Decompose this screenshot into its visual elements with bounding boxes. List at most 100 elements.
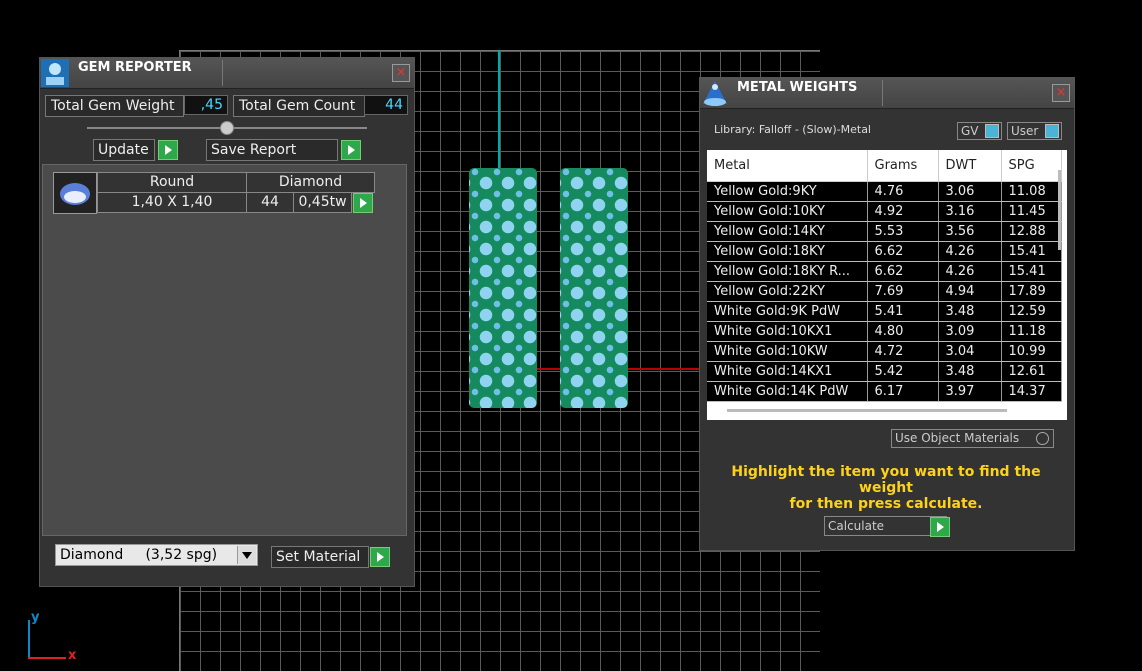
table-row[interactable]: White Gold:9K PdW 5.41 3.48 12.59: [707, 301, 1062, 322]
set-material-play-icon[interactable]: [370, 547, 390, 567]
table-cell: 11.18: [1001, 321, 1062, 342]
column-header-grams[interactable]: Grams: [867, 150, 939, 182]
save-report-button[interactable]: Save Report: [206, 139, 338, 161]
table-cell: 3.09: [938, 321, 1002, 342]
table-row[interactable]: Yellow Gold:10KY 4.92 3.16 11.45: [707, 201, 1062, 222]
table-cell: 7.69: [867, 281, 939, 302]
table-cell: 4.92: [867, 201, 939, 222]
save-report-play-icon[interactable]: [341, 140, 361, 160]
column-header-spg[interactable]: SPG: [1001, 150, 1062, 182]
metal-weights-titlebar[interactable]: METAL WEIGHTS ×: [700, 78, 1074, 109]
column-header-dwt[interactable]: DWT: [938, 150, 1002, 182]
gem-row-thumbnail[interactable]: [53, 172, 97, 214]
set-material-button-label: Set Material: [276, 549, 361, 565]
update-button[interactable]: Update: [93, 139, 155, 161]
table-row[interactable]: Yellow Gold:18KY R... 6.62 4.26 15.41: [707, 261, 1062, 282]
gem-reporter-titlebar[interactable]: GEM REPORTER ×: [40, 58, 414, 89]
round-gem-icon: [60, 183, 90, 205]
table-cell: 5.53: [867, 221, 939, 242]
column-header-metal[interactable]: Metal: [707, 150, 868, 182]
table-cell: 12.61: [1001, 361, 1062, 382]
gv-toggle-switch-icon[interactable]: [985, 124, 999, 138]
vertical-scrollbar[interactable]: [1058, 170, 1061, 250]
table-row[interactable]: Yellow Gold:14KY 5.53 3.56 12.88: [707, 221, 1062, 242]
calculate-button-label: Calculate: [828, 519, 885, 533]
table-cell: 11.45: [1001, 201, 1062, 222]
table-cell: Yellow Gold:22KY: [707, 281, 868, 302]
gem-reporter-close-icon[interactable]: ×: [392, 64, 410, 82]
hint-line-1: Highlight the item you want to find the …: [731, 464, 1041, 496]
chevron-down-icon[interactable]: [237, 546, 256, 564]
table-cell: Yellow Gold:18KY R...: [707, 261, 868, 282]
table-row[interactable]: White Gold:10KW 4.72 3.04 10.99: [707, 341, 1062, 362]
gem-column-left[interactable]: [469, 168, 537, 408]
title-separator: [222, 60, 223, 86]
calculate-play-icon[interactable]: [930, 517, 950, 537]
table-row[interactable]: White Gold:14KX1 5.42 3.48 12.61: [707, 361, 1062, 382]
use-object-materials-radio[interactable]: [1036, 432, 1049, 445]
table-cell: 12.88: [1001, 221, 1062, 242]
table-row[interactable]: White Gold:14K PdW 6.17 3.97 14.37: [707, 381, 1062, 402]
axis-y-label: y: [31, 610, 40, 625]
gem-count-cell: 44: [246, 192, 294, 213]
table-cell: 3.04: [938, 341, 1002, 362]
table-cell: 11.08: [1001, 181, 1062, 202]
viewport-y-axis-line: [498, 50, 500, 170]
table-cell: White Gold:9K PdW: [707, 301, 868, 322]
gem-shape-cell: Round: [97, 172, 247, 193]
table-row[interactable]: Yellow Gold:18KY 6.62 4.26 15.41: [707, 241, 1062, 262]
table-cell: 3.16: [938, 201, 1002, 222]
hint-text: Highlight the item you want to find the …: [710, 464, 1062, 512]
update-play-icon[interactable]: [158, 140, 178, 160]
table-cell: 4.76: [867, 181, 939, 202]
table-row[interactable]: Yellow Gold:22KY 7.69 4.94 17.89: [707, 281, 1062, 302]
axis-indicator-x-line: [28, 657, 66, 659]
metal-table[interactable]: Metal Grams DWT SPG Yellow Gold:9KY 4.76 3…: [707, 150, 1062, 402]
table-cell: 3.56: [938, 221, 1002, 242]
axis-indicator-y-line: [28, 620, 30, 658]
table-row[interactable]: White Gold:10KX1 4.80 3.09 11.18: [707, 321, 1062, 342]
material-select[interactable]: Diamond (3,52 spg): [55, 544, 258, 566]
table-cell: 17.89: [1001, 281, 1062, 302]
table-cell: White Gold:10KX1: [707, 321, 868, 342]
table-cell: Yellow Gold:9KY: [707, 181, 868, 202]
save-report-button-label: Save Report: [211, 142, 297, 158]
metal-table-container[interactable]: Metal Grams DWT SPG Yellow Gold:9KY 4.76 3…: [707, 150, 1067, 420]
gem-weight-cell: 0,45tw: [293, 192, 352, 213]
table-cell: 4.26: [938, 241, 1002, 262]
set-material-button[interactable]: Set Material: [271, 546, 369, 568]
gem-list[interactable]: Round Diamond 1,40 X 1,40 44 0,45tw: [42, 164, 407, 536]
gem-row-play-icon[interactable]: [353, 193, 373, 213]
metal-weights-panel: METAL WEIGHTS × Library: Falloff - (Slow…: [699, 77, 1075, 551]
table-cell: 12.59: [1001, 301, 1062, 322]
total-gem-count-value: 44: [364, 95, 408, 115]
gem-column-right[interactable]: [560, 168, 628, 408]
metal-weights-close-icon[interactable]: ×: [1052, 84, 1070, 102]
table-row[interactable]: Yellow Gold:9KY 4.76 3.06 11.08: [707, 181, 1062, 202]
table-cell: 4.72: [867, 341, 939, 362]
calculate-button[interactable]: Calculate: [824, 516, 947, 536]
user-toggle-switch-icon[interactable]: [1045, 124, 1059, 138]
table-cell: 3.97: [938, 381, 1002, 402]
table-cell: 15.41: [1001, 241, 1062, 262]
hint-line-2: for then press calculate.: [789, 496, 983, 512]
size-slider-knob[interactable]: [220, 121, 234, 135]
table-cell: 3.48: [938, 361, 1002, 382]
material-select-value: Diamond (3,52 spg): [60, 547, 218, 563]
use-object-materials-option[interactable]: Use Object Materials: [891, 429, 1054, 448]
gem-reporter-app-icon: [41, 59, 69, 87]
gem-material-cell: Diamond: [246, 172, 375, 193]
table-cell: White Gold:14K PdW: [707, 381, 868, 402]
total-gem-count-label: Total Gem Count: [233, 95, 365, 117]
horizontal-scrollbar[interactable]: [727, 409, 1007, 412]
use-object-materials-label: Use Object Materials: [895, 431, 1020, 445]
table-cell: 15.41: [1001, 261, 1062, 282]
table-cell: 5.41: [867, 301, 939, 322]
table-cell: Yellow Gold:18KY: [707, 241, 868, 262]
update-button-label: Update: [98, 142, 149, 158]
gem-size-cell: 1,40 X 1,40: [97, 192, 247, 213]
table-cell: 3.48: [938, 301, 1002, 322]
table-cell: White Gold:10KW: [707, 341, 868, 362]
metal-weights-title: METAL WEIGHTS: [737, 80, 858, 95]
metal-weights-app-icon: [703, 81, 727, 106]
